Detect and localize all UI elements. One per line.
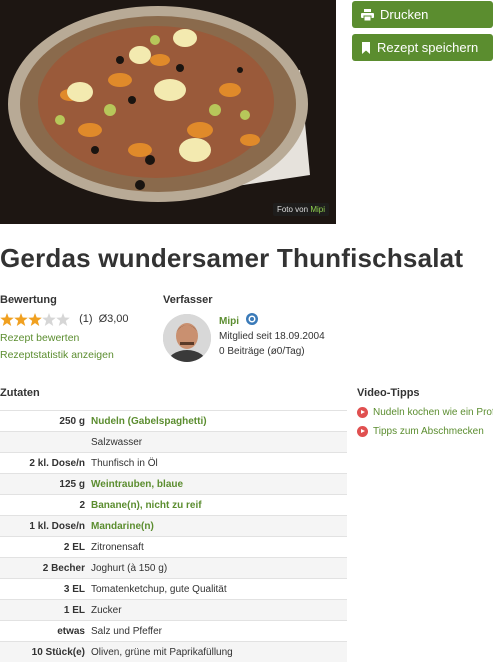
bookmark-icon	[362, 41, 370, 54]
star-empty-icon[interactable]	[56, 313, 70, 326]
recipe-stats-link[interactable]: Rezeptstatistik anzeigen	[0, 349, 150, 361]
ingredient-amount: 2 kl. Dose/n	[0, 452, 91, 474]
ingredient-row: 1 kl. Dose/n Mandarine(n)	[0, 515, 347, 537]
photo-credit-prefix: Foto von	[276, 205, 309, 214]
rate-recipe-link[interactable]: Rezept bewerten	[0, 332, 150, 344]
ingredient-amount: 1 EL	[0, 599, 91, 621]
ingredient-row: 2 kl. Dose/n Thunfisch in Öl	[0, 452, 347, 474]
ingredient-row: 3 EL Tomatenketchup, gute Qualität	[0, 578, 347, 600]
ingredient-amount: 10 Stück(e)	[0, 641, 91, 662]
page-title: Gerdas wundersamer Thunfischsalat	[0, 243, 464, 273]
author-avatar[interactable]	[163, 314, 211, 362]
ingredient-name: Salzwasser	[91, 431, 347, 453]
star-filled-icon[interactable]	[0, 313, 14, 326]
star-filled-icon[interactable]	[28, 313, 42, 326]
ingredient-amount: 3 EL	[0, 578, 91, 600]
ingredient-row: 2 EL Zitronensaft	[0, 536, 347, 558]
ingredient-name: Zitronensaft	[91, 536, 347, 558]
ingredient-amount: 2 Becher	[0, 557, 91, 579]
salad-bowl-image	[0, 0, 336, 224]
ingredient-row: 2 Becher Joghurt (à 150 g)	[0, 557, 347, 579]
ingredients-heading: Zutaten	[0, 387, 40, 399]
ingredient-name: Zucker	[91, 599, 347, 621]
video-tip-label: Tipps zum Abschmecken	[373, 426, 484, 437]
video-tip-link[interactable]: Nudeln kochen wie ein Profi	[357, 407, 493, 418]
ingredient-row: Salzwasser	[0, 431, 347, 453]
ingredient-name: Joghurt (à 150 g)	[91, 557, 347, 579]
rating-stars[interactable]	[0, 313, 70, 326]
author-posts: 0 Beiträge (ø0/Tag)	[219, 346, 305, 357]
ingredient-name: Thunfisch in Öl	[91, 452, 347, 474]
play-icon	[357, 426, 368, 437]
video-tips-section: Video-Tipps Nudeln kochen wie ein Profi T…	[357, 387, 493, 437]
rating-count: (1)	[79, 313, 93, 326]
ingredient-amount	[0, 431, 91, 453]
avatar-image	[163, 314, 211, 362]
save-recipe-button-label: Rezept speichern	[377, 40, 479, 55]
ingredient-row: 125 g Weintrauben, blaue	[0, 473, 347, 495]
ingredient-amount: 250 g	[0, 410, 91, 432]
print-button-label: Drucken	[380, 7, 429, 22]
save-recipe-button[interactable]: Rezept speichern	[352, 34, 493, 61]
ingredient-row: etwas Salz und Pfeffer	[0, 620, 347, 642]
ingredient-name: Oliven, grüne mit Paprikafüllung	[91, 641, 347, 662]
play-icon	[357, 407, 368, 418]
star-filled-icon[interactable]	[14, 313, 28, 326]
ingredient-name[interactable]: Weintrauben, blaue	[91, 473, 347, 495]
ingredient-name: Tomatenketchup, gute Qualität	[91, 578, 347, 600]
video-tip-label: Nudeln kochen wie ein Profi	[373, 407, 493, 418]
author-badge-icon	[246, 312, 258, 325]
rating-heading: Bewertung	[0, 294, 57, 306]
author-info: Mipi Mitglied seit 18.09.2004 0 Beiträge…	[219, 312, 325, 359]
ingredient-name[interactable]: Banane(n), nicht zu reif	[91, 494, 347, 516]
ingredient-amount: 1 kl. Dose/n	[0, 515, 91, 537]
ingredient-row: 2 Banane(n), nicht zu reif	[0, 494, 347, 516]
author-heading: Verfasser	[163, 294, 213, 306]
ingredient-row: 250 g Nudeln (Gabelspaghetti)	[0, 410, 347, 432]
ingredient-name: Salz und Pfeffer	[91, 620, 347, 642]
ingredient-amount: etwas	[0, 620, 91, 642]
photo-credit-user-link[interactable]: Mipi	[310, 205, 325, 214]
ingredient-name[interactable]: Nudeln (Gabelspaghetti)	[91, 410, 347, 432]
author-name-link[interactable]: Mipi	[219, 314, 239, 329]
ingredient-row: 1 EL Zucker	[0, 599, 347, 621]
ingredients-table: 250 g Nudeln (Gabelspaghetti) Salzwasser 2 …	[0, 410, 347, 662]
author-section: Verfasser Mipi Mitglied seit 18.09.2004 …	[163, 294, 363, 362]
print-button[interactable]: Drucken	[352, 1, 493, 28]
ingredient-row: 10 Stück(e) Oliven, grüne mit Paprikafüll…	[0, 641, 347, 662]
ingredient-name[interactable]: Mandarine(n)	[91, 515, 347, 537]
rating-section: Bewertung (1) Ø3,00 Rezept bewerten Reze…	[0, 294, 150, 361]
author-member-since: Mitglied seit 18.09.2004	[219, 331, 325, 342]
printer-icon	[361, 8, 374, 21]
ingredient-amount: 2 EL	[0, 536, 91, 558]
ingredient-amount: 2	[0, 494, 91, 516]
video-tip-link[interactable]: Tipps zum Abschmecken	[357, 426, 493, 437]
star-empty-icon[interactable]	[42, 313, 56, 326]
rating-average: Ø3,00	[98, 313, 129, 326]
recipe-photo[interactable]: Foto von Mipi	[0, 0, 336, 224]
video-tips-heading: Video-Tipps	[357, 387, 420, 399]
photo-credit: Foto von Mipi	[272, 203, 329, 216]
ingredient-amount: 125 g	[0, 473, 91, 495]
